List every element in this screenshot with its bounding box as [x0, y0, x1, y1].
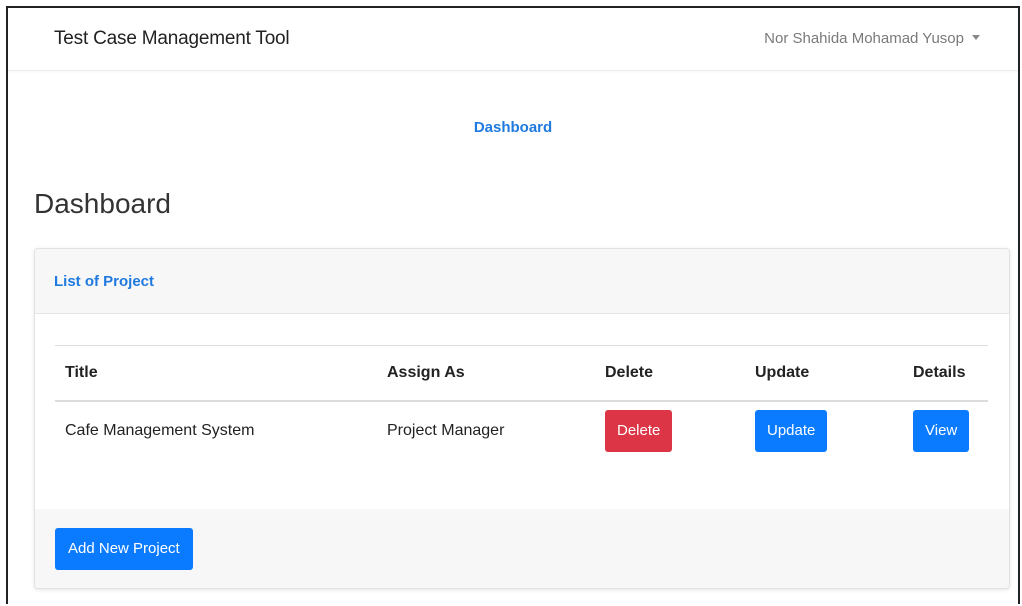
project-table: Title Assign As Delete Update Details Ca… — [55, 345, 988, 460]
column-header-details: Details — [903, 345, 988, 402]
card-footer: Add New Project — [35, 509, 1009, 588]
user-menu-dropdown[interactable]: Nor Shahida Mohamad Yusop — [764, 30, 980, 47]
view-button[interactable]: View — [913, 410, 970, 452]
add-new-project-button[interactable]: Add New Project — [55, 528, 193, 570]
column-header-delete: Delete — [595, 345, 745, 402]
card-header: List of Project — [35, 249, 1009, 314]
delete-cell: Delete — [595, 401, 745, 460]
app-window: Test Case Management Tool Nor Shahida Mo… — [6, 6, 1020, 604]
table-header-row: Title Assign As Delete Update Details — [55, 345, 988, 402]
update-button[interactable]: Update — [755, 410, 828, 452]
user-name: Nor Shahida Mohamad Yusop — [764, 30, 964, 47]
top-navbar: Test Case Management Tool Nor Shahida Mo… — [8, 8, 1018, 71]
table-row: Cafe Management System Project Manager D… — [55, 401, 988, 460]
update-cell: Update — [745, 401, 903, 460]
column-header-update: Update — [745, 345, 903, 402]
delete-button[interactable]: Delete — [605, 410, 673, 452]
dashboard-nav-link[interactable]: Dashboard — [8, 119, 1018, 136]
app-brand[interactable]: Test Case Management Tool — [54, 28, 290, 50]
card-header-title: List of Project — [54, 273, 155, 290]
project-title-cell: Cafe Management System — [65, 422, 255, 439]
assign-as-cell: Project Manager — [387, 422, 505, 439]
details-cell: View — [903, 401, 988, 460]
column-header-assign-as: Assign As — [377, 345, 595, 402]
column-header-title: Title — [55, 345, 377, 402]
page-title: Dashboard — [34, 188, 171, 219]
caret-down-icon — [972, 34, 980, 40]
project-list-card: List of Project Title Assign As Delete U… — [34, 248, 1010, 589]
